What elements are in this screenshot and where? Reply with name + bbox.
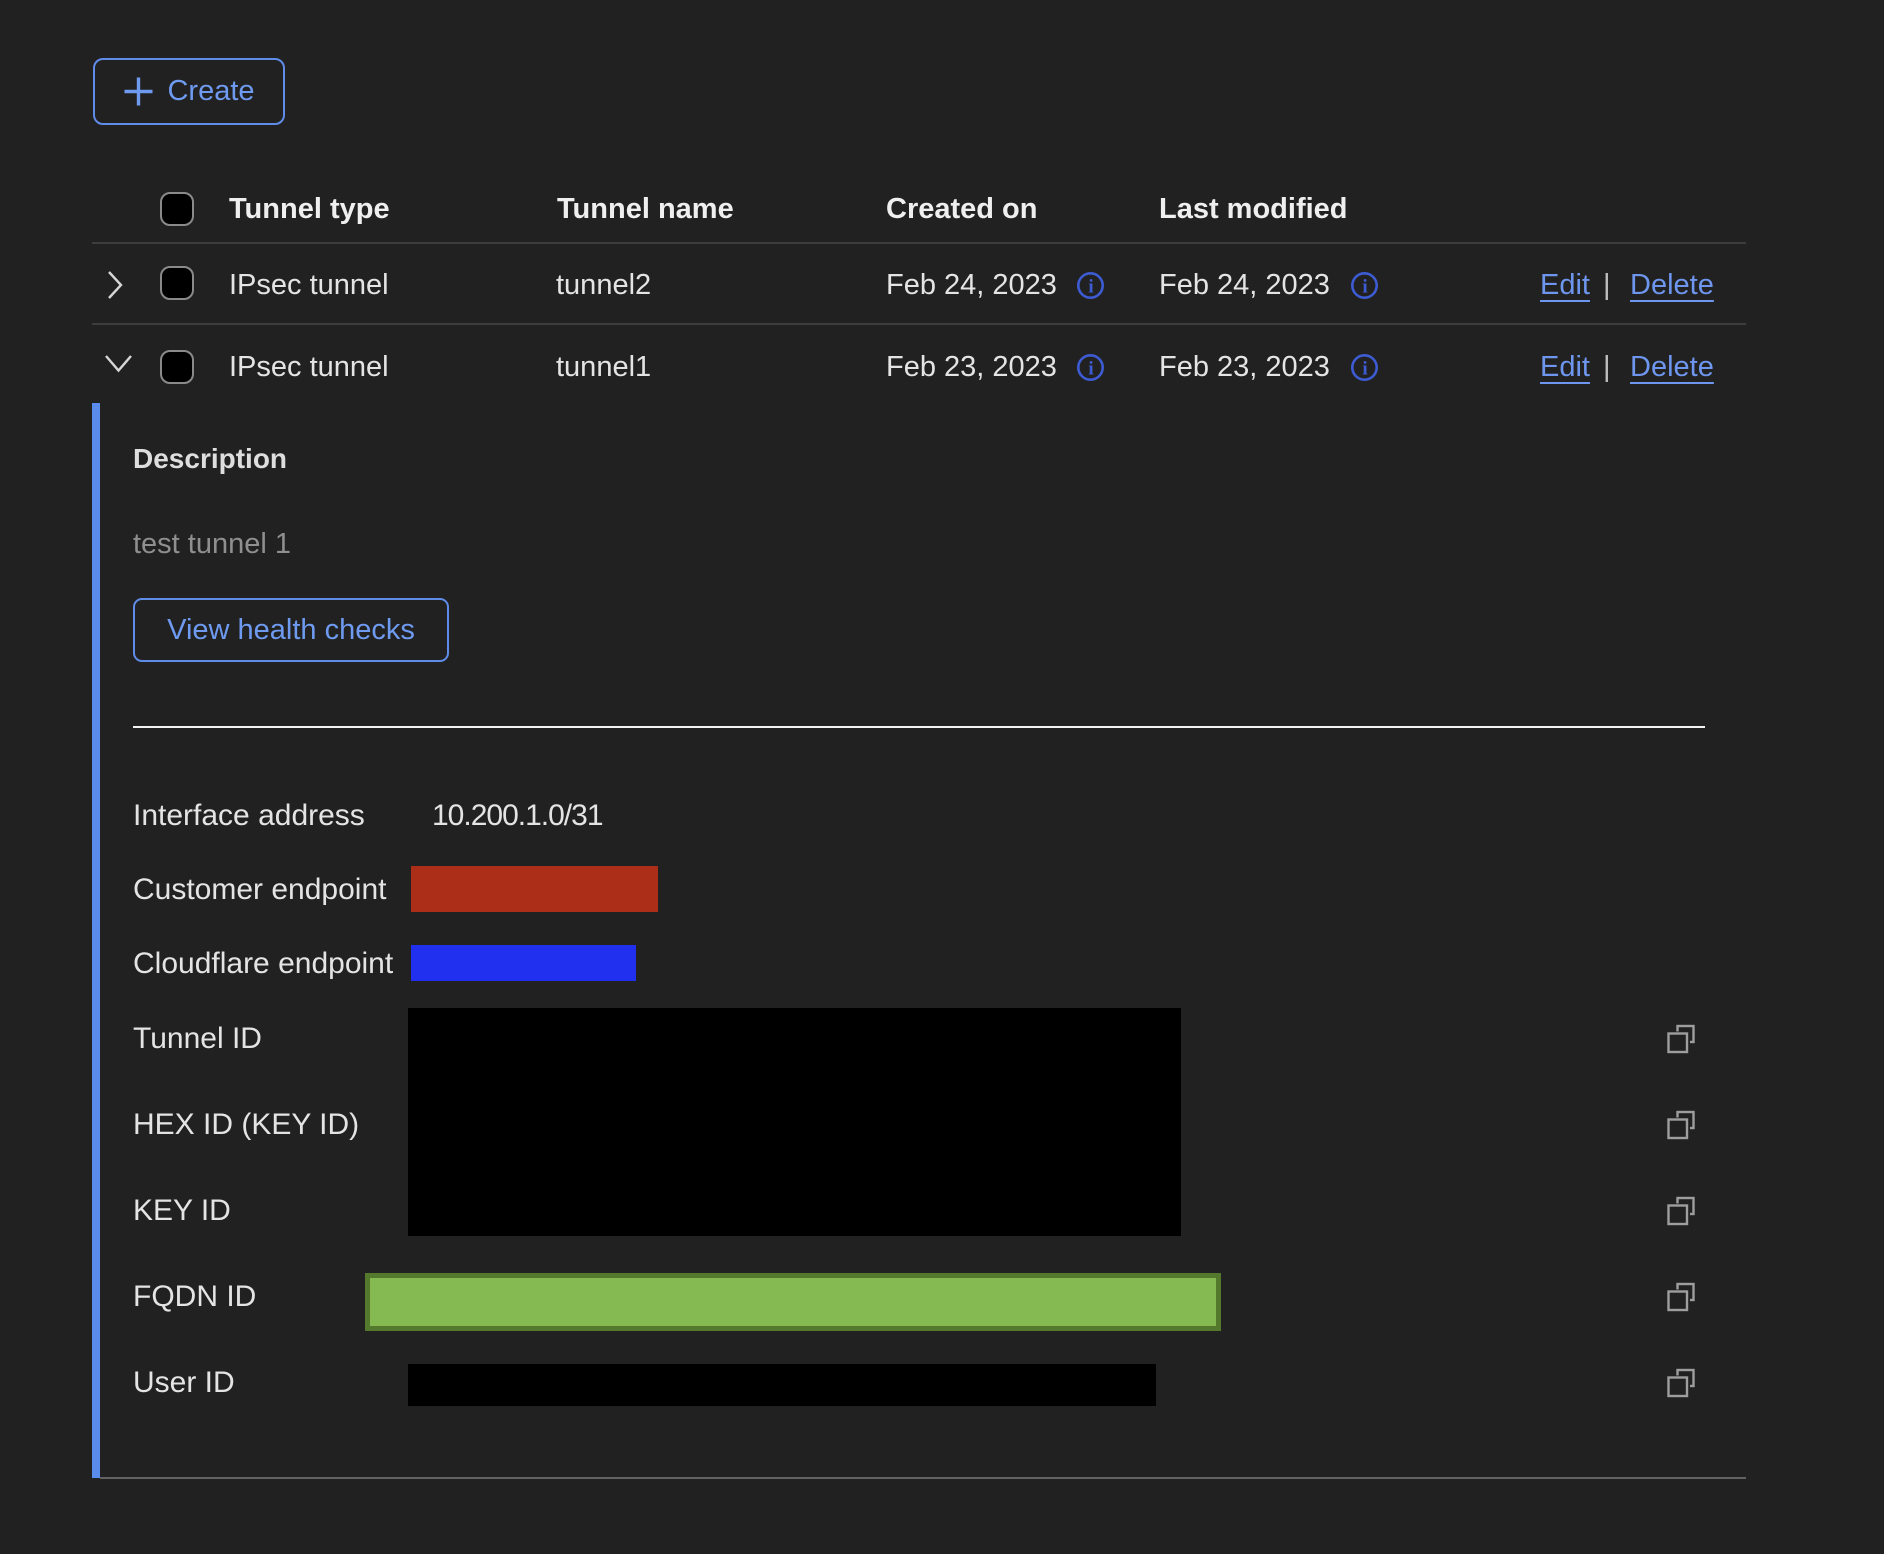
svg-text:i: i <box>1362 359 1367 380</box>
svg-text:i: i <box>1088 277 1093 298</box>
svg-text:i: i <box>1088 359 1093 380</box>
svg-text:i: i <box>1362 277 1367 298</box>
